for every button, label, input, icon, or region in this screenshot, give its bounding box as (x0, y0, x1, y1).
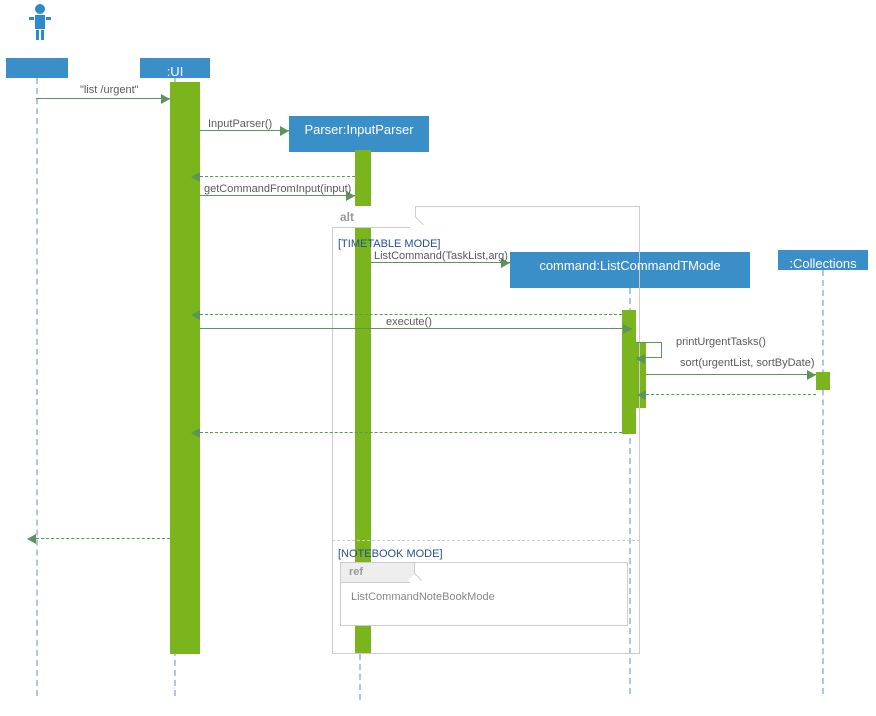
actor-lifeline-header (6, 58, 68, 78)
alt-divider (332, 540, 640, 541)
message-label: getCommandFromInput(input) (204, 183, 351, 195)
actor-icon (28, 3, 52, 46)
ref-content: ListCommandNoteBookMode (351, 591, 495, 603)
return-command-1 (200, 314, 622, 315)
message-label: "list /urgent" (80, 84, 139, 96)
collections-lifeline-header: :Collections (778, 250, 868, 270)
arrow-right-icon (807, 370, 816, 380)
return-collections (646, 394, 816, 395)
arrow-right-icon (280, 126, 289, 136)
guard-timetable: [TIMETABLE MODE] (338, 238, 440, 250)
ref-label: ref (349, 566, 363, 578)
return-parser (200, 176, 355, 177)
arrow-left-icon (191, 428, 200, 438)
arrow-right-icon (623, 324, 632, 334)
message-sort (646, 374, 816, 375)
alt-label: alt (340, 210, 354, 224)
message-execute (200, 328, 632, 329)
return-actor (36, 538, 170, 539)
arrow-right-icon (161, 94, 170, 104)
collections-activation (816, 372, 830, 390)
message-label: sort(urgentList, sortByDate) (680, 357, 815, 369)
ui-lifeline-header: :UI (140, 58, 210, 78)
message-inputparser (200, 130, 289, 131)
ref-fragment: ref ListCommandNoteBookMode (340, 562, 628, 626)
message-listcommand (371, 262, 510, 263)
ui-activation (170, 82, 200, 654)
parser-lifeline-header: Parser:InputParser (289, 116, 429, 152)
message-label: execute() (386, 316, 432, 328)
guard-notebook: [NOTEBOOK MODE] (338, 548, 443, 560)
message-label: printUrgentTasks() (676, 336, 766, 348)
arrow-left-icon (27, 534, 36, 544)
actor-lifeline (36, 78, 38, 696)
message-label: InputParser() (208, 118, 272, 130)
return-command-2 (200, 432, 622, 433)
sequence-diagram: :UI Parser:InputParser command:ListComma… (0, 0, 876, 716)
arrow-left-icon (191, 310, 200, 320)
arrow-left-icon (637, 390, 646, 400)
message-label: ListCommand(TaskList,arg) (374, 250, 508, 262)
arrow-left-icon (636, 354, 645, 364)
collections-lifeline (822, 270, 824, 694)
message-listurgent (36, 98, 170, 99)
arrow-left-icon (191, 172, 200, 182)
message-getcommand (200, 195, 355, 196)
